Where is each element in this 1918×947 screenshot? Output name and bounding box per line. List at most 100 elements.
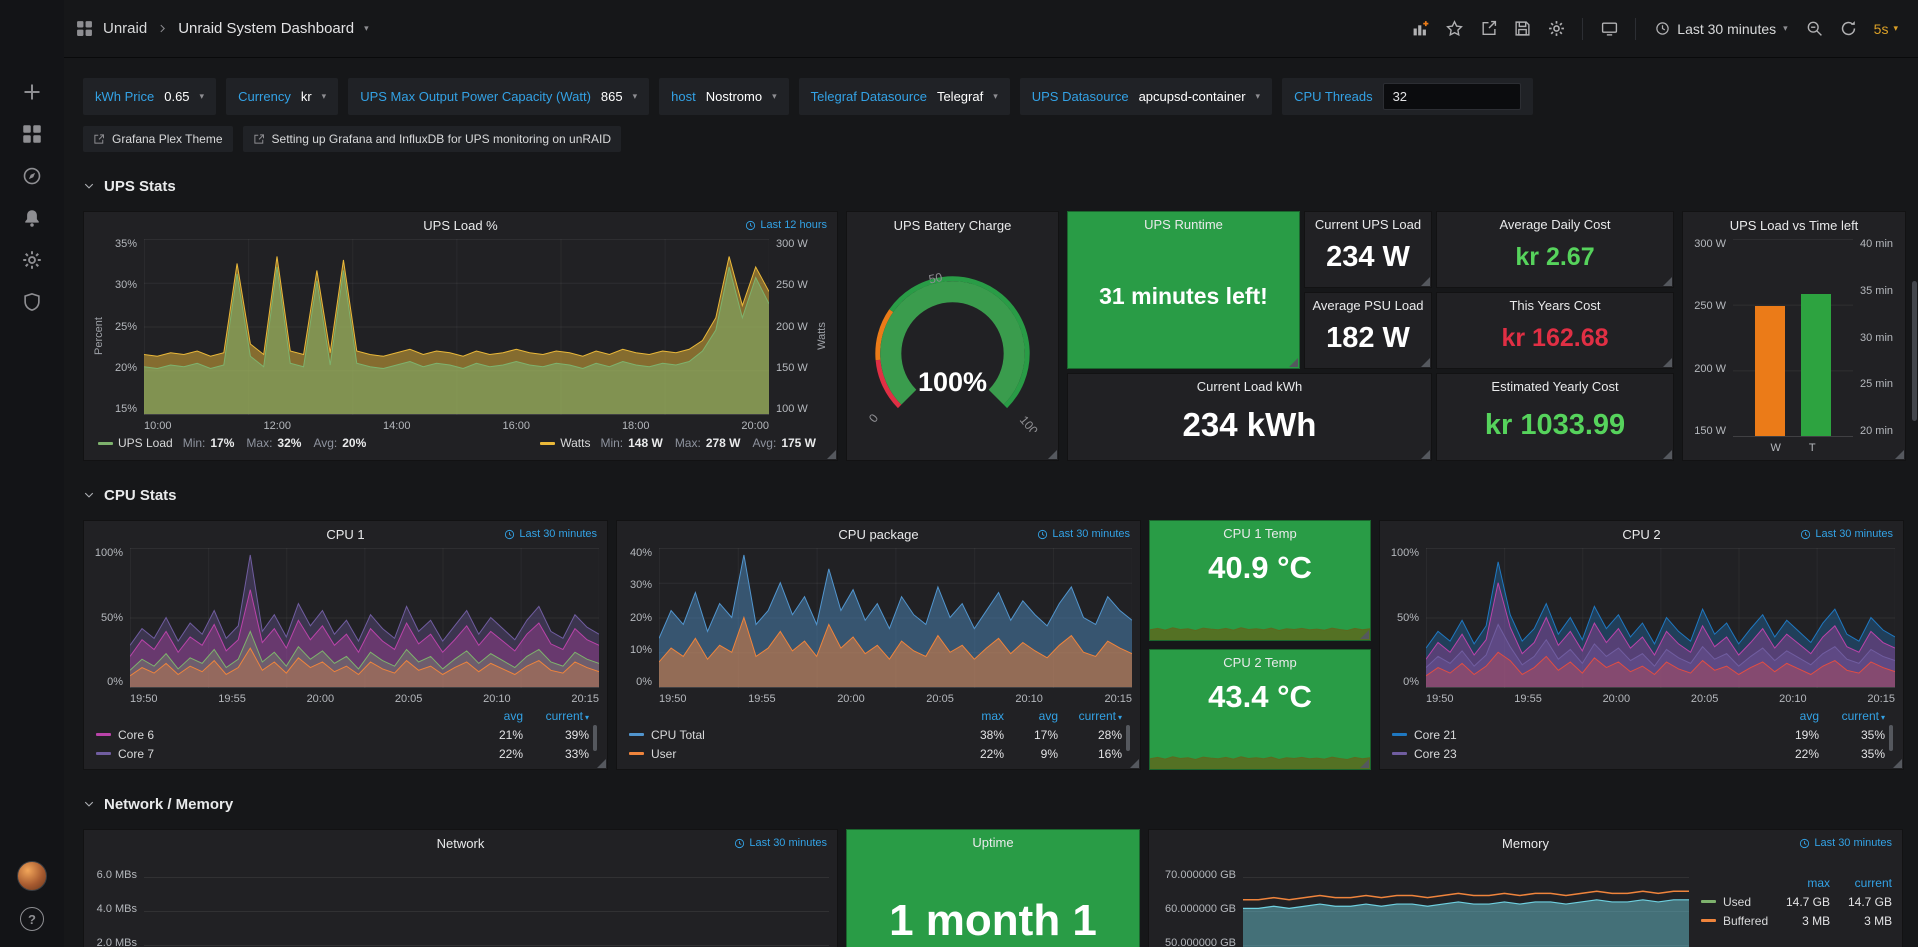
variable-value[interactable]: Nostromo	[706, 89, 762, 104]
panel-uptime[interactable]: Uptime 1 month 1	[846, 829, 1140, 947]
panel-resize-handle[interactable]	[1289, 358, 1298, 367]
legend-series-name[interactable]: Watts	[560, 436, 590, 450]
legend-col-current[interactable]: current▾	[1058, 709, 1122, 723]
time-range-picker[interactable]: Last 30 minutes ▾	[1647, 21, 1795, 37]
legend-col-avg[interactable]: avg	[1004, 709, 1058, 723]
panel-resize-handle[interactable]	[597, 759, 606, 768]
panel-ups-runtime[interactable]: UPS Runtime 31 minutes left!	[1067, 211, 1300, 369]
legend-col-current[interactable]: current▾	[1819, 709, 1885, 723]
sidebar-configuration-icon[interactable]	[9, 239, 55, 281]
grafana-logo[interactable]	[12, 9, 52, 49]
panel-header[interactable]: CPU 2 Last 30 minutes	[1388, 521, 1895, 548]
legend-series-name[interactable]: UPS Load	[118, 436, 173, 450]
caret-down-icon[interactable]: ▾	[364, 24, 369, 33]
sidebar-dashboards-icon[interactable]	[9, 113, 55, 155]
legend-series-name[interactable]: Used	[1723, 895, 1751, 909]
legend-series-name[interactable]: CPU Total	[651, 728, 705, 742]
panel-resize-handle[interactable]	[1421, 277, 1430, 286]
cpu-threads-input[interactable]: 32	[1383, 83, 1521, 110]
refresh-button[interactable]	[1834, 14, 1864, 44]
panel-resize-handle[interactable]	[1048, 450, 1057, 459]
sidebar-create-icon[interactable]	[9, 71, 55, 113]
ups-load-plot[interactable]	[144, 239, 769, 415]
cycle-view-button[interactable]	[1594, 14, 1624, 44]
share-dashboard-button[interactable]	[1473, 14, 1503, 44]
panel-this-years-cost[interactable]: This Years Cost kr 162.68	[1436, 292, 1674, 369]
sidebar-alerting-icon[interactable]	[9, 197, 55, 239]
panel-resize-handle[interactable]	[1893, 759, 1902, 768]
panel-header[interactable]: CPU 1 Last 30 minutes	[92, 521, 599, 548]
legend-series-name[interactable]: Buffered	[1723, 914, 1768, 928]
panel-resize-handle[interactable]	[1421, 450, 1430, 459]
panel-resize-handle[interactable]	[1663, 277, 1672, 286]
panel-title[interactable]: CPU 2	[1622, 527, 1660, 542]
legend-col-avg[interactable]: avg	[465, 709, 523, 723]
legend-col-max[interactable]: max	[1768, 876, 1830, 890]
panel-average-daily-cost[interactable]: Average Daily Cost kr 2.67	[1436, 211, 1674, 288]
help-icon[interactable]: ?	[20, 907, 44, 931]
user-avatar[interactable]	[17, 861, 47, 891]
panel-title[interactable]: CPU 1	[326, 527, 364, 542]
legend-series-name[interactable]: Core 21	[1414, 728, 1457, 742]
cpu1-plot[interactable]	[130, 548, 599, 688]
legend-col-current[interactable]: current	[1830, 876, 1892, 890]
dashboard-settings-button[interactable]	[1541, 14, 1571, 44]
section-cpu-stats[interactable]: CPU Stats	[83, 485, 1908, 505]
panel-title[interactable]: Network	[437, 836, 485, 851]
section-ups-stats[interactable]: UPS Stats	[83, 176, 1908, 196]
add-panel-button[interactable]	[1405, 14, 1435, 44]
panel-header[interactable]: UPS Load % Last 12 hours	[92, 212, 829, 239]
legend-scrollbar[interactable]	[1126, 725, 1130, 751]
panel-header[interactable]: CPU package Last 30 minutes	[625, 521, 1132, 548]
sidebar-explore-icon[interactable]	[9, 155, 55, 197]
sidebar-admin-icon[interactable]	[9, 281, 55, 323]
panel-estimated-yearly-cost[interactable]: Estimated Yearly Cost kr 1033.99	[1436, 373, 1674, 461]
page-scrollbar-thumb[interactable]	[1912, 281, 1917, 421]
variable-value[interactable]: 865	[601, 89, 623, 104]
variable-value[interactable]: kr	[301, 89, 312, 104]
variable-ups-datasource[interactable]: UPS Datasource apcupsd-container ▾	[1020, 78, 1272, 115]
panel-resize-handle[interactable]	[1130, 759, 1139, 768]
variable-value[interactable]: apcupsd-container	[1139, 89, 1246, 104]
save-dashboard-button[interactable]	[1507, 14, 1537, 44]
legend-col-current[interactable]: current▾	[523, 709, 589, 723]
panel-cpu2-temp[interactable]: CPU 2 Temp 43.4 °C	[1149, 649, 1371, 770]
panel-current-ups-load[interactable]: Current UPS Load 234 W	[1304, 211, 1432, 288]
legend-series-name[interactable]: Core 6	[118, 728, 154, 742]
panel-resize-handle[interactable]	[827, 450, 836, 459]
legend-series-name[interactable]: Core 23	[1414, 747, 1457, 761]
legend-series-name[interactable]: Core 7	[118, 747, 154, 761]
panel-header[interactable]: Memory Last 30 minutes	[1157, 830, 1894, 857]
panel-resize-handle[interactable]	[1360, 630, 1369, 639]
panel-resize-handle[interactable]	[1895, 450, 1904, 459]
panel-average-psu-load[interactable]: Average PSU Load 182 W	[1304, 292, 1432, 369]
panel-title[interactable]: Memory	[1502, 836, 1549, 851]
dashboard-title[interactable]: Unraid System Dashboard	[178, 20, 354, 37]
link-grafana-plex-theme[interactable]: Grafana Plex Theme	[83, 126, 233, 152]
section-network-memory[interactable]: Network / Memory	[83, 794, 1908, 814]
link-ups-monitoring-guide[interactable]: Setting up Grafana and InfluxDB for UPS …	[243, 126, 622, 152]
variable-ups-max-output[interactable]: UPS Max Output Power Capacity (Watt) 865…	[348, 78, 649, 115]
breadcrumb-folder[interactable]: Unraid	[103, 20, 147, 37]
memory-plot[interactable]	[1243, 857, 1689, 947]
panel-resize-handle[interactable]	[1663, 450, 1672, 459]
variable-currency[interactable]: Currency kr ▾	[226, 78, 338, 115]
bar-chart-plot[interactable]	[1733, 239, 1853, 437]
star-dashboard-button[interactable]	[1439, 14, 1469, 44]
panel-header[interactable]: Network Last 30 minutes	[92, 830, 829, 857]
panel-resize-handle[interactable]	[1360, 759, 1369, 768]
panel-resize-handle[interactable]	[1421, 358, 1430, 367]
refresh-interval-picker[interactable]: 5s ▾	[1868, 21, 1904, 37]
panel-title[interactable]: UPS Battery Charge	[894, 218, 1012, 233]
panel-header[interactable]: UPS Load vs Time left	[1691, 212, 1897, 239]
panel-header[interactable]: UPS Battery Charge	[855, 212, 1050, 239]
cpu-package-plot[interactable]	[659, 548, 1132, 688]
variable-value[interactable]: 0.65	[164, 89, 189, 104]
variable-kwh-price[interactable]: kWh Price 0.65 ▾	[83, 78, 216, 115]
legend-scrollbar[interactable]	[593, 725, 597, 751]
panel-resize-handle[interactable]	[1663, 358, 1672, 367]
panel-title[interactable]: UPS Load vs Time left	[1730, 218, 1859, 233]
panel-title[interactable]: CPU package	[838, 527, 918, 542]
variable-host[interactable]: host Nostromo ▾	[659, 78, 788, 115]
legend-scrollbar[interactable]	[1889, 725, 1893, 751]
